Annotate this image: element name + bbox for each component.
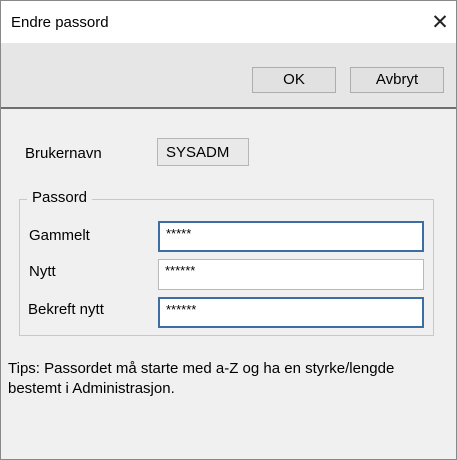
new-password-label: Nytt <box>29 263 56 280</box>
tips-text: Tips: Passordet må starte med a-Z og ha … <box>8 360 395 397</box>
dialog-title: Endre passord <box>11 14 109 31</box>
button-toolbar: OK Avbryt <box>1 43 456 109</box>
confirm-password-input[interactable]: ****** <box>158 297 424 328</box>
username-field: SYSADM <box>157 138 249 166</box>
ok-button[interactable]: OK <box>252 67 336 93</box>
old-password-label: Gammelt <box>29 227 90 244</box>
confirm-password-label: Bekreft nytt <box>28 301 104 318</box>
new-password-input[interactable]: ****** <box>158 259 424 290</box>
username-label: Brukernavn <box>25 145 102 162</box>
old-password-input[interactable]: ***** <box>158 221 424 252</box>
title-bar[interactable]: Endre passord ✕ <box>1 1 456 43</box>
close-icon[interactable]: ✕ <box>428 9 452 35</box>
cancel-button[interactable]: Avbryt <box>350 67 444 93</box>
password-group-legend: Passord <box>27 189 93 206</box>
change-password-dialog: Endre passord ✕ OK Avbryt Brukernavn SYS… <box>0 0 457 460</box>
